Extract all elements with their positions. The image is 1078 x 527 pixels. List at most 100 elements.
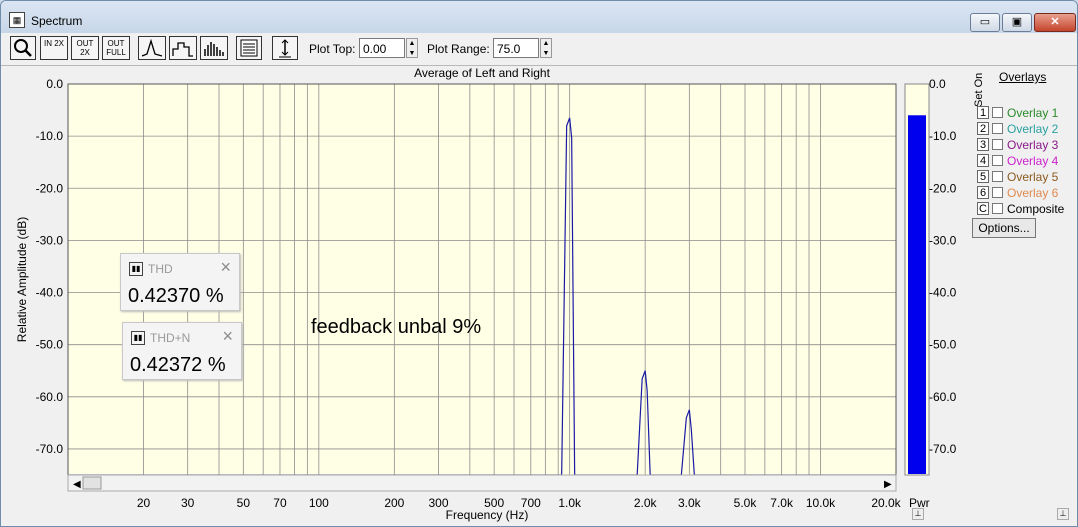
overlay-checkbox[interactable] — [992, 171, 1003, 182]
zoom-out-2x-button[interactable]: OUT 2X — [71, 36, 99, 60]
vertical-arrows-icon — [279, 39, 291, 58]
thdn-label: THD+N — [150, 331, 191, 345]
thd-readout[interactable]: ▮▮ THD × 0.42370 % — [120, 253, 240, 311]
window-title: Spectrum — [31, 14, 83, 28]
window-resize-grip[interactable]: ⊥ — [1057, 508, 1069, 520]
overlay-checkbox[interactable] — [992, 155, 1003, 166]
x-tick-label: 100 — [309, 496, 329, 510]
magnifier-icon — [14, 39, 32, 57]
overlay-label: Overlay 2 — [1007, 122, 1059, 136]
power-meter-bar — [908, 115, 926, 474]
x-tick-label: 20 — [137, 496, 151, 510]
thdn-value: 0.42372 % — [130, 354, 226, 376]
power-tick-label: -70.0 — [929, 442, 957, 456]
zoom-tool-button[interactable] — [10, 36, 36, 60]
thdn-readout[interactable]: ▮▮ THD+N × 0.42372 % — [122, 322, 242, 380]
toolbar: IN 2X OUT 2X OUT FULL Plot Top: 0.00 ▲ ▼ … — [1, 33, 1077, 66]
vertical-scale-button[interactable] — [272, 36, 298, 60]
overlay-label: Composite — [1007, 202, 1065, 216]
line-plot-icon — [141, 38, 163, 57]
power-tick-label: -30.0 — [929, 233, 957, 247]
minimize-button[interactable]: ▭ — [970, 13, 1000, 32]
feedback-annotation: feedback unbal 9% — [311, 316, 482, 338]
power-tick-label: -10.0 — [929, 129, 957, 143]
close-button[interactable]: ✕ — [1034, 13, 1076, 32]
x-tick-label: 30 — [181, 496, 195, 510]
overlay-set-button[interactable]: 4 — [977, 154, 989, 167]
overlay-label: Overlay 6 — [1007, 186, 1059, 200]
plot-top-label: Plot Top: — [309, 42, 356, 56]
overlay-checkbox[interactable] — [992, 187, 1003, 198]
plot-range-label: Plot Range: — [427, 42, 490, 56]
plot-resize-grip[interactable]: ⊥ — [912, 508, 924, 520]
y-tick-label: -10.0 — [36, 129, 64, 143]
overlay-set-button[interactable]: C — [977, 202, 989, 215]
plot-range-input[interactable]: 75.0 — [493, 38, 539, 58]
overlay-set-button[interactable]: 5 — [977, 170, 989, 183]
x-tick-label: 1.0k — [558, 496, 582, 510]
plot-top-input[interactable]: 0.00 — [359, 38, 405, 58]
y-tick-label: -30.0 — [36, 233, 64, 247]
y-axis-label: Relative Amplitude (dB) — [15, 217, 29, 342]
maximize-button[interactable]: ▣ — [1002, 13, 1032, 32]
overlay-label: Overlay 3 — [1007, 138, 1059, 152]
step-plot-button[interactable] — [169, 36, 197, 60]
y-tick-label: -50.0 — [36, 338, 64, 352]
horizontal-scrollbar[interactable] — [67, 474, 897, 492]
readout-meter-icon: ▮▮ — [129, 262, 143, 276]
zoom-out-full-button[interactable]: OUT FULL — [102, 36, 130, 60]
plot-range-spinner[interactable]: ▲ ▼ — [540, 38, 552, 58]
step-plot-icon — [172, 42, 193, 57]
bar-plot-button[interactable] — [200, 36, 228, 60]
overlays-panel: Overlays Set On 1 Overlay 1 2 Overlay 2 3 Ove… — [969, 65, 1077, 526]
thd-label: THD — [148, 262, 173, 276]
settings-panel-button[interactable] — [236, 36, 262, 60]
options-button[interactable]: Options... — [972, 218, 1036, 238]
readout-meter-icon: ▮▮ — [131, 331, 145, 345]
plot-top-spinner[interactable]: ▲ ▼ — [406, 38, 418, 58]
x-tick-label: 2.0k — [634, 496, 658, 510]
power-tick-label: -20.0 — [929, 181, 957, 195]
x-tick-label: 70 — [273, 496, 287, 510]
overlay-label: Overlay 1 — [1007, 106, 1059, 120]
thd-value: 0.42370 % — [128, 285, 224, 307]
overlay-checkbox[interactable] — [992, 123, 1003, 134]
overlay-checkbox[interactable] — [992, 107, 1003, 118]
power-tick-label: 0.0 — [929, 77, 946, 91]
y-tick-label: 0.0 — [46, 77, 63, 91]
overlay-set-button[interactable]: 2 — [977, 122, 989, 135]
power-tick-label: -60.0 — [929, 390, 957, 404]
overlay-checkbox[interactable] — [992, 203, 1003, 214]
zoom-in-2x-button[interactable]: IN 2X — [40, 36, 68, 60]
scroll-right-arrow[interactable]: ▶ — [884, 479, 892, 490]
overlay-label: Overlay 4 — [1007, 154, 1059, 168]
thd-close-icon[interactable]: × — [220, 257, 231, 278]
x-axis-label: Frequency (Hz) — [446, 508, 529, 522]
scrollbar-thumb[interactable] — [82, 476, 102, 490]
x-tick-label: 10.0k — [806, 496, 836, 510]
overlay-set-button[interactable]: 6 — [977, 186, 989, 199]
x-tick-label: 5.0k — [734, 496, 758, 510]
x-tick-label: 50 — [237, 496, 251, 510]
set-on-header: Set On — [973, 72, 985, 107]
overlays-title: Overlays — [999, 70, 1047, 84]
x-tick-label: 200 — [384, 496, 404, 510]
overlay-label: Overlay 5 — [1007, 170, 1059, 184]
line-plot-button[interactable] — [138, 36, 166, 60]
power-tick-label: -40.0 — [929, 286, 957, 300]
overlay-set-button[interactable]: 3 — [977, 138, 989, 151]
thdn-close-icon[interactable]: × — [222, 326, 233, 347]
overlay-set-button[interactable]: 1 — [977, 106, 989, 119]
overlay-checkbox[interactable] — [992, 139, 1003, 150]
y-tick-label: -20.0 — [36, 181, 64, 195]
scroll-left-arrow[interactable]: ◀ — [73, 479, 81, 490]
x-tick-label: 20.0k — [871, 496, 901, 510]
y-tick-label: -40.0 — [36, 286, 64, 300]
x-tick-label: 7.0k — [770, 496, 794, 510]
spectrum-window: ▦ Spectrum ▭ ▣ ✕ IN 2X OUT 2X OUT FULL P… — [0, 0, 1078, 527]
y-tick-label: -70.0 — [36, 442, 64, 456]
bar-plot-icon — [204, 42, 224, 56]
y-tick-label: -60.0 — [36, 390, 64, 404]
panel-icon — [240, 39, 258, 57]
title-bar: ▦ Spectrum ▭ ▣ ✕ — [1, 1, 1077, 33]
